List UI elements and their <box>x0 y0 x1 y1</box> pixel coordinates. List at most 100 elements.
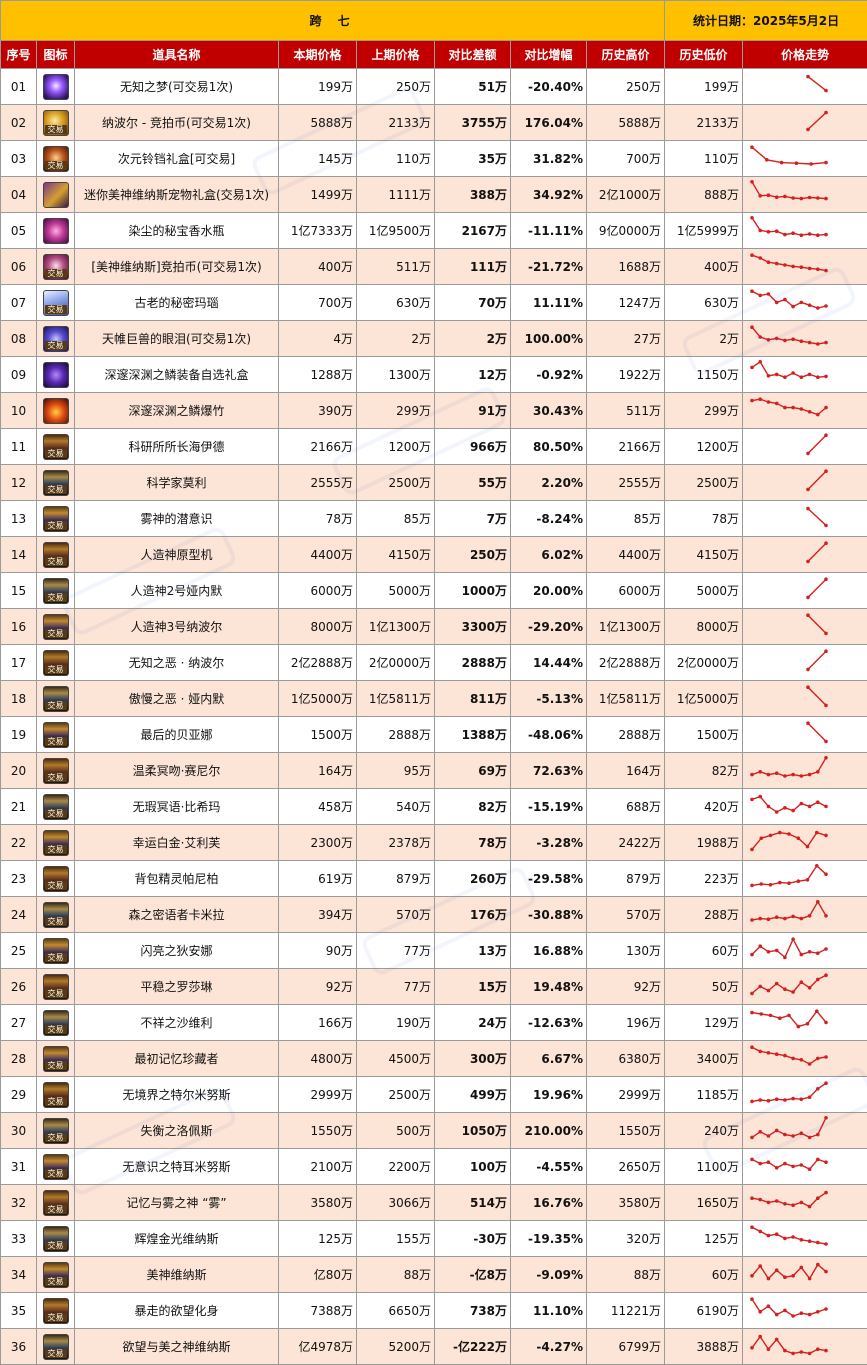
trend-point <box>800 233 804 237</box>
trend-sparkline <box>746 357 867 389</box>
trend-point <box>806 845 810 849</box>
trend-sparkline <box>746 573 867 605</box>
trend-point <box>806 613 810 617</box>
change-rate: 16.76% <box>511 1185 587 1221</box>
item-icon-cell: 交易 <box>37 825 75 861</box>
price-trend-cell <box>743 177 867 213</box>
previous-price: 2万 <box>357 321 435 357</box>
item-icon-cell <box>37 177 75 213</box>
price-difference: 24万 <box>435 1005 511 1041</box>
trend-point <box>806 596 810 600</box>
trend-sparkline <box>746 825 867 857</box>
history-high: 11221万 <box>587 1293 665 1329</box>
trend-point <box>800 1350 804 1354</box>
price-difference: 1388万 <box>435 717 511 753</box>
trend-point <box>787 881 791 885</box>
trend-line <box>752 218 826 235</box>
trend-line <box>752 1193 826 1207</box>
change-rate: -21.72% <box>511 249 587 285</box>
trend-point <box>760 1012 764 1016</box>
current-price: 亿4978万 <box>279 1329 357 1365</box>
history-high: 2555万 <box>587 465 665 501</box>
price-difference: 738万 <box>435 1293 511 1329</box>
price-difference: 499万 <box>435 1077 511 1113</box>
trend-point <box>806 721 810 725</box>
golden-venus-card-icon: 交易 <box>43 1226 69 1252</box>
tradeable-tag: 交易 <box>45 521 67 530</box>
gold-coin-icon: 交易 <box>43 110 69 136</box>
trend-line <box>808 509 826 526</box>
trend-point <box>816 267 820 271</box>
row-index: 12 <box>1 465 37 501</box>
row-index: 22 <box>1 825 37 861</box>
trend-line <box>808 435 826 453</box>
current-price: 90万 <box>279 933 357 969</box>
item-name: 人造神原型机 <box>75 537 279 573</box>
change-rate: -11.11% <box>511 213 587 249</box>
row-index: 29 <box>1 1077 37 1113</box>
tradeable-tag: 交易 <box>45 449 67 458</box>
panibo-card-icon: 交易 <box>43 866 69 892</box>
trend-point <box>783 339 787 343</box>
history-high: 1922万 <box>587 357 665 393</box>
current-price: 166万 <box>279 1005 357 1041</box>
trend-point <box>808 1062 812 1066</box>
history-low: 400万 <box>665 249 743 285</box>
table-row: 17交易无知之恶 · 纳波尔2亿2888万2亿0000万2888万14.44%2… <box>1 645 867 681</box>
trend-point <box>824 406 828 410</box>
trend-point <box>791 1235 795 1239</box>
history-low: 4150万 <box>665 537 743 573</box>
price-trend-cell <box>743 429 867 465</box>
tradeable-tag: 交易 <box>45 269 67 278</box>
change-rate: 176.04% <box>511 105 587 141</box>
history-low: 199万 <box>665 69 743 105</box>
trend-point <box>824 1242 828 1246</box>
trend-point <box>783 1237 787 1241</box>
row-index: 01 <box>1 69 37 105</box>
col-header-item-name: 道具名称 <box>75 41 279 69</box>
table-row: 33交易辉煌金光维纳斯125万155万-30万-19.35%320万125万 <box>1 1221 867 1257</box>
previous-price: 1111万 <box>357 177 435 213</box>
item-name: 最后的贝亚娜 <box>75 717 279 753</box>
trend-line <box>752 1159 826 1169</box>
trend-point <box>824 524 828 528</box>
col-header-history-low: 历史低价 <box>665 41 743 69</box>
trend-line <box>808 113 826 130</box>
history-high: 700万 <box>587 141 665 177</box>
change-rate: -15.19% <box>511 789 587 825</box>
price-trend-cell <box>743 969 867 1005</box>
item-name: 森之密语者卡米拉 <box>75 897 279 933</box>
trend-sparkline <box>746 1185 867 1217</box>
trend-point <box>783 1349 787 1353</box>
trend-point <box>806 507 810 511</box>
anna-card-icon: 交易 <box>43 938 69 964</box>
current-price: 400万 <box>279 249 357 285</box>
trend-sparkline <box>746 285 867 317</box>
trend-point <box>800 1097 804 1101</box>
row-index: 31 <box>1 1149 37 1185</box>
trend-point <box>816 1263 820 1267</box>
row-index: 05 <box>1 213 37 249</box>
tradeable-tag: 交易 <box>45 773 67 782</box>
scientist-card-icon: 交易 <box>43 470 69 496</box>
item-name: 闪亮之狄安娜 <box>75 933 279 969</box>
trend-point <box>797 1025 801 1029</box>
trend-line <box>752 1299 826 1316</box>
trend-sparkline <box>746 933 867 965</box>
trend-point <box>806 668 810 672</box>
trend-point <box>775 1097 779 1101</box>
table-row: 11交易科研所所长海伊德2166万1200万966万80.50%2166万120… <box>1 429 867 465</box>
trend-sparkline <box>746 1149 867 1181</box>
trend-point <box>800 375 804 379</box>
price-trend-cell <box>743 537 867 573</box>
trend-sparkline <box>746 897 867 929</box>
item-icon-cell: 交易 <box>37 789 75 825</box>
change-rate: 11.10% <box>511 1293 587 1329</box>
item-icon-cell: 交易 <box>37 861 75 897</box>
history-high: 2650万 <box>587 1149 665 1185</box>
trend-point <box>791 990 795 994</box>
change-rate: 11.11% <box>511 285 587 321</box>
trend-point <box>758 229 762 233</box>
history-low: 1亿5000万 <box>665 681 743 717</box>
trend-point <box>808 1136 812 1140</box>
